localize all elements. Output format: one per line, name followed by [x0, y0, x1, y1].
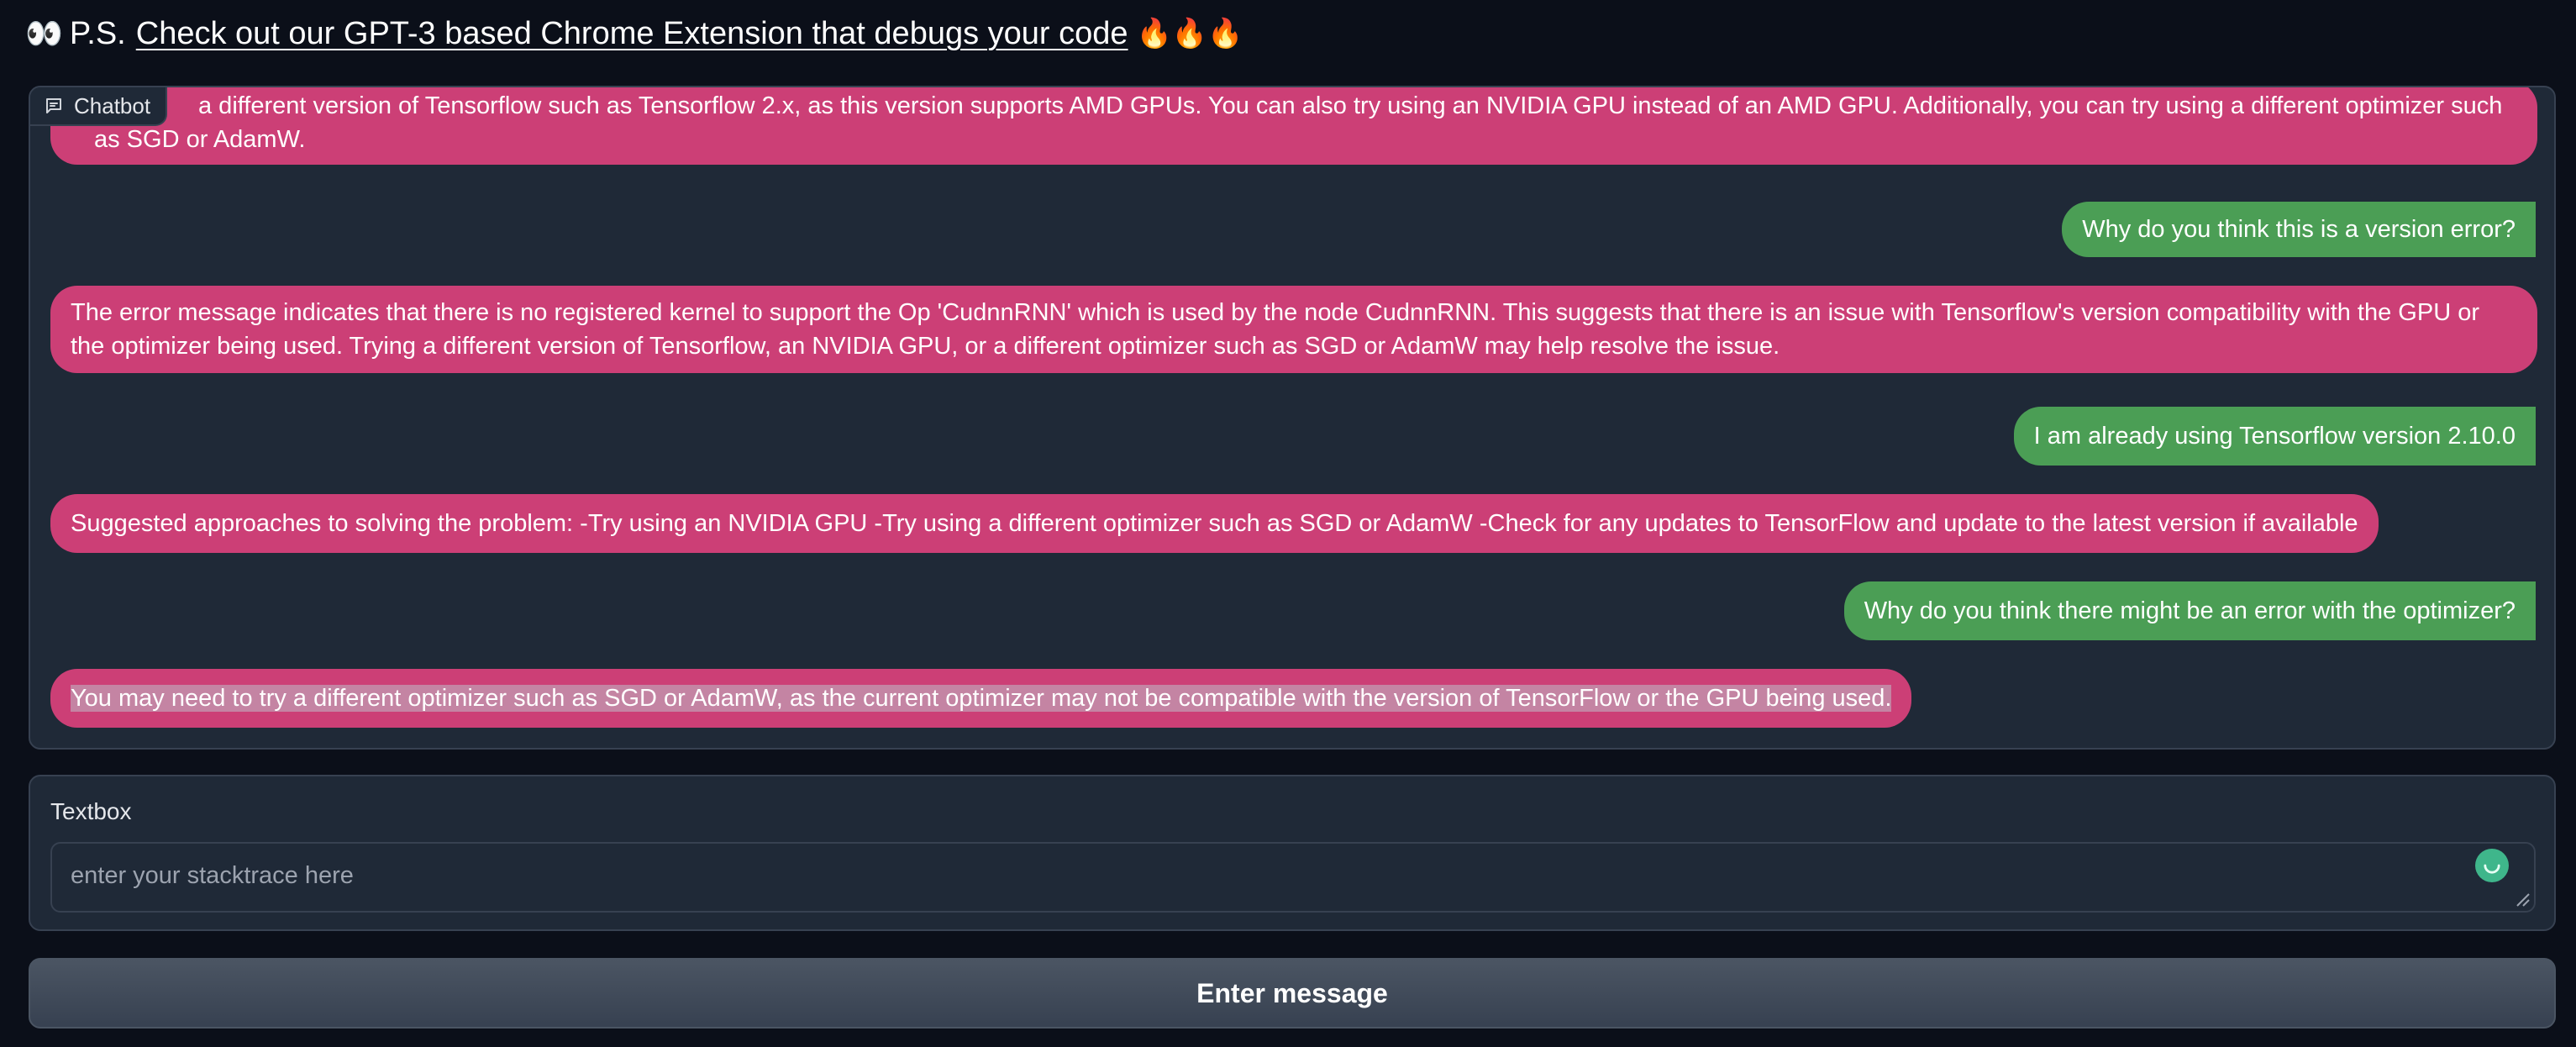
- page-header: 👀 P.S. Check out our GPT-3 based Chrome …: [25, 8, 1243, 59]
- textbox-panel: Textbox: [29, 775, 2556, 931]
- chat-message-user: I am already using Tensorflow version 2.…: [2013, 407, 2536, 466]
- chrome-extension-link[interactable]: Check out our GPT-3 based Chrome Extensi…: [136, 16, 1128, 52]
- stacktrace-input[interactable]: [50, 842, 2536, 913]
- resize-handle-icon[interactable]: [2512, 889, 2531, 908]
- chat-message-text: The error message indicates that there i…: [71, 299, 2479, 360]
- chatbot-label: Chatbot: [30, 87, 168, 126]
- eyes-emoji-icon: 👀: [25, 16, 63, 50]
- enter-message-button[interactable]: Enter message: [29, 958, 2556, 1029]
- chat-message-user: Why do you think there might be an error…: [1843, 581, 2536, 640]
- chat-message-text: Suggested approaches to solving the prob…: [71, 510, 2358, 537]
- header-prefix: P.S.: [69, 15, 126, 51]
- loading-spinner-icon: [2475, 849, 2509, 882]
- chatbot-panel[interactable]: Chatbot a different version of Tensorflo…: [29, 86, 2556, 750]
- chat-message-bot: a different version of Tensorflow such a…: [50, 87, 2537, 165]
- chat-bubble-icon: [46, 98, 61, 113]
- fire-emoji-icon: 🔥🔥🔥: [1136, 18, 1243, 50]
- chat-message-bot: The error message indicates that there i…: [50, 286, 2537, 373]
- chatbot-label-text: Chatbot: [74, 92, 151, 118]
- chat-message-text: I am already using Tensorflow version 2.…: [2033, 423, 2516, 450]
- chat-message-text: You may need to try a different optimize…: [71, 685, 1892, 712]
- chat-message-text: a different version of Tensorflow such a…: [94, 92, 2503, 153]
- chat-message-user: Why do you think this is a version error…: [2062, 202, 2536, 257]
- chat-message-bot: You may need to try a different optimize…: [50, 669, 1912, 728]
- chat-message-bot: Suggested approaches to solving the prob…: [50, 494, 2379, 553]
- chat-message-text: Why do you think there might be an error…: [1864, 597, 2516, 624]
- textbox-label: Textbox: [50, 798, 132, 824]
- chat-message-text: Why do you think this is a version error…: [2082, 216, 2516, 243]
